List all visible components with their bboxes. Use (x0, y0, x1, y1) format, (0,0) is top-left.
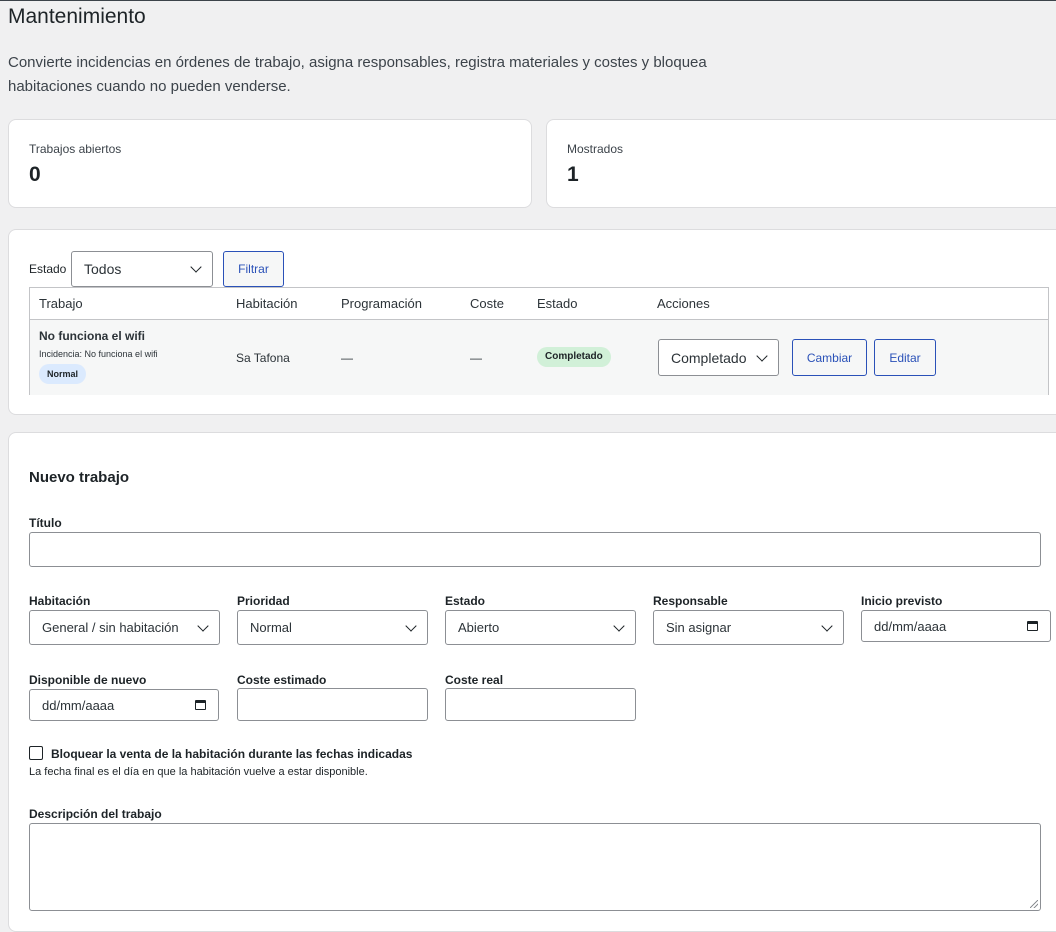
column-header-acciones: Acciones (657, 296, 710, 311)
edit-job-button[interactable]: Editar (874, 339, 936, 376)
stat-label: Trabajos abiertos (29, 142, 122, 156)
bloquear-checkbox[interactable] (29, 746, 43, 760)
column-header-trabajo: Trabajo (39, 296, 83, 311)
status-badge: Completado (537, 347, 611, 367)
column-header-programacion: Programación (341, 296, 422, 311)
jobs-list-card: Estado Todos Filtrar Trabajo Habitación … (8, 229, 1056, 415)
change-status-button[interactable]: Cambiar (792, 339, 867, 376)
habitacion-select[interactable]: General / sin habitación (29, 610, 220, 645)
job-cost: — (470, 351, 482, 365)
inicio-previsto-label: Inicio previsto (861, 594, 943, 608)
estado-filter-select[interactable]: Todos (71, 251, 213, 287)
stat-value: 1 (567, 163, 579, 186)
chevron-down-icon (197, 619, 209, 632)
column-header-estado: Estado (537, 296, 578, 311)
coste-real-label: Coste real (445, 673, 504, 687)
estado-filter-label: Estado (29, 262, 67, 276)
chevron-down-icon (821, 619, 833, 632)
calendar-icon[interactable] (1027, 621, 1038, 631)
titulo-label: Título (29, 516, 62, 530)
chevron-down-icon (405, 619, 417, 632)
stat-value: 0 (29, 163, 41, 186)
column-header-coste: Coste (470, 296, 504, 311)
estado-value: Abierto (458, 620, 500, 635)
responsable-select[interactable]: Sin asignar (653, 610, 844, 645)
habitacion-label: Habitación (29, 594, 91, 608)
job-incident: Incidencia: No funciona el wifi (39, 349, 158, 359)
page-title: Mantenimiento (8, 5, 146, 28)
column-header-habitacion: Habitación (236, 296, 298, 311)
prioridad-select[interactable]: Normal (237, 610, 428, 645)
inicio-previsto-placeholder: dd/mm/aaaa (874, 618, 947, 634)
prioridad-label: Prioridad (237, 594, 290, 608)
job-status-select[interactable]: Completado (658, 339, 779, 376)
job-schedule: — (341, 351, 353, 365)
calendar-icon[interactable] (195, 700, 206, 710)
disponible-input[interactable]: dd/mm/aaaa (29, 689, 219, 721)
responsable-value: Sin asignar (666, 620, 732, 635)
estado-label: Estado (445, 594, 486, 608)
responsable-label: Responsable (653, 594, 728, 608)
chevron-down-icon (613, 619, 625, 632)
inicio-previsto-input[interactable]: dd/mm/aaaa (861, 610, 1051, 642)
stat-card-shown: Mostrados 1 (546, 119, 1056, 208)
estado-filter-value: Todos (84, 261, 122, 277)
chevron-down-icon (190, 261, 202, 273)
chevron-down-icon (756, 349, 768, 362)
table-header: Trabajo Habitación Programación Coste Es… (30, 288, 1048, 320)
coste-estimado-label: Coste estimado (237, 673, 327, 687)
bloquear-help-text: La fecha final es el día en que la habit… (29, 766, 368, 778)
table-row: No funciona el wifi Incidencia: No funci… (30, 320, 1048, 395)
job-status-value: Completado (671, 349, 747, 366)
coste-real-input[interactable] (445, 688, 636, 721)
habitacion-value: General / sin habitación (42, 620, 179, 635)
filter-button[interactable]: Filtrar (223, 251, 284, 287)
job-title: No funciona el wifi (39, 329, 146, 343)
descripcion-textarea[interactable] (29, 823, 1041, 911)
bloquear-label[interactable]: Bloquear la venta de la habitación duran… (51, 747, 412, 761)
jobs-table: Trabajo Habitación Programación Coste Es… (29, 287, 1049, 395)
page-description: Convierte incidencias en órdenes de trab… (8, 54, 707, 95)
job-room: Sa Tafona (236, 351, 290, 365)
priority-badge: Normal (39, 364, 87, 384)
descripcion-label: Descripción del trabajo (29, 807, 162, 821)
disponible-label: Disponible de nuevo (29, 673, 147, 687)
form-title: Nuevo trabajo (29, 469, 130, 486)
stat-card-open-jobs: Trabajos abiertos 0 (8, 119, 532, 208)
stat-label: Mostrados (567, 142, 624, 156)
prioridad-value: Normal (250, 620, 292, 635)
titulo-input[interactable] (29, 532, 1041, 567)
coste-estimado-input[interactable] (237, 688, 428, 721)
new-job-form: Nuevo trabajo Título Habitación General … (8, 432, 1056, 932)
resize-handle-icon[interactable] (1030, 900, 1038, 908)
estado-select[interactable]: Abierto (445, 610, 636, 645)
disponible-placeholder: dd/mm/aaaa (42, 697, 115, 713)
